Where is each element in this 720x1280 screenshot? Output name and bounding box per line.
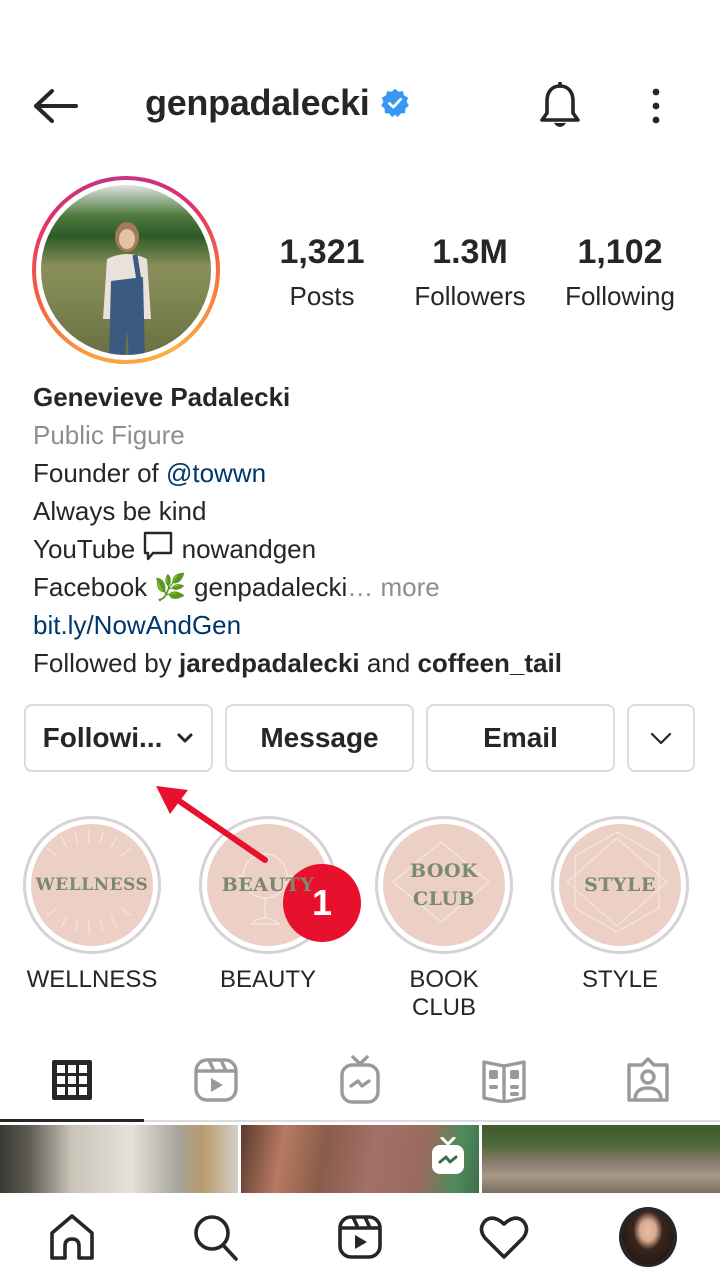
reels-icon — [194, 1058, 238, 1102]
profile-avatar — [619, 1206, 677, 1267]
highlight-cover-text: BOOK CLUB — [409, 860, 479, 910]
username: genpadalecki — [145, 82, 370, 123]
search-icon — [194, 1214, 238, 1261]
profile-avatar — [41, 185, 211, 355]
chevron-down-icon — [177, 733, 193, 743]
posts-grid — [0, 1125, 720, 1193]
highlight-label: WELLNESS — [26, 966, 158, 993]
account-category: Public Figure — [33, 420, 185, 450]
mention-towwn-link[interactable]: @towwn — [166, 458, 266, 488]
highlight-label: BOOK CLUB — [409, 966, 479, 1021]
vertical-dots-icon — [652, 88, 660, 124]
chevron-down-icon — [650, 732, 672, 745]
highlight-cover-text: STYLE — [584, 874, 656, 896]
following-label: Following — [565, 281, 675, 311]
highlight-style[interactable]: STYLE STYLE — [550, 816, 690, 994]
home-icon — [50, 1213, 94, 1260]
heart-icon — [479, 1215, 529, 1259]
highlight-label: BEAUTY — [219, 966, 317, 993]
highlight-book-club[interactable]: BOOK CLUB BOOK CLUB — [374, 816, 514, 1022]
suggested-accounts-button[interactable] — [627, 704, 695, 772]
profile-bio: Genevieve Padalecki Public Figure Founde… — [33, 378, 693, 682]
nav-reels[interactable] — [288, 1193, 432, 1280]
tab-guides[interactable] — [432, 1040, 576, 1120]
highlight-label: STYLE — [581, 966, 659, 993]
nav-search[interactable] — [144, 1193, 288, 1280]
grid-post-2[interactable] — [241, 1125, 479, 1193]
stat-followers[interactable]: 1.3M Followers — [405, 228, 535, 316]
verified-badge-icon — [380, 88, 409, 118]
reels-icon — [338, 1214, 382, 1259]
bio-line-motto: Always be kind — [33, 496, 207, 526]
username-title: genpadalecki — [145, 82, 410, 124]
stat-following[interactable]: 1,102 Following — [555, 228, 685, 316]
nav-activity[interactable] — [432, 1193, 576, 1280]
profile-stats: 1,321 Posts 1.3M Followers 1,102 Followi… — [250, 228, 700, 318]
website-link[interactable]: bit.ly/NowAndGen — [33, 606, 693, 644]
posts-label: Posts — [289, 281, 355, 311]
tagged-user-icon — [627, 1057, 669, 1102]
tab-reels[interactable] — [144, 1040, 288, 1120]
nav-home[interactable] — [0, 1193, 144, 1280]
grid-post-1[interactable] — [0, 1125, 238, 1193]
highlight-cover: WELLNESS — [31, 824, 153, 946]
followed-by: Followed by jaredpadalecki and coffeen_t… — [33, 648, 562, 678]
highlight-wellness[interactable]: WELLNESS WELLNESS — [22, 816, 162, 994]
igtv-icon — [432, 1137, 464, 1174]
posts-count: 1,321 — [279, 233, 365, 271]
stat-posts[interactable]: 1,321 Posts — [272, 228, 372, 316]
highlight-cover-text: WELLNESS — [35, 875, 149, 895]
herb-emoji-icon: 🌿 — [154, 572, 187, 602]
followers-count: 1.3M — [432, 233, 508, 271]
highlight-cover: STYLE — [559, 824, 681, 946]
notifications-bell-button[interactable] — [536, 80, 584, 132]
following-dropdown-button[interactable]: Followi... — [24, 704, 213, 772]
bell-icon — [540, 82, 580, 127]
bio-line-youtube: YouTube nowandgen — [33, 530, 693, 568]
message-button[interactable]: Message — [225, 704, 414, 772]
avatar-person-figure — [103, 222, 151, 355]
followed-by-user-2[interactable]: coffeen_tail — [417, 648, 562, 678]
bottom-navigation — [0, 1193, 720, 1280]
tab-tagged[interactable] — [576, 1040, 720, 1120]
speech-bubble-icon — [144, 531, 173, 561]
highlight-cover-text: BEAUTY — [221, 874, 315, 896]
followed-by-user-1[interactable]: jaredpadalecki — [179, 648, 360, 678]
bio-more-link[interactable]: more — [373, 572, 439, 602]
bio-line-facebook: Facebook 🌿 genpadalecki… more — [33, 572, 440, 602]
profile-avatar-story-ring[interactable] — [32, 176, 220, 364]
guides-icon — [482, 1060, 526, 1103]
nav-profile[interactable] — [576, 1193, 720, 1280]
status-bar — [0, 0, 720, 60]
followers-label: Followers — [414, 281, 526, 311]
tab-posts-grid[interactable] — [0, 1040, 144, 1122]
profile-content-tabs — [0, 1040, 720, 1122]
highlight-cover: BOOK CLUB — [383, 824, 505, 946]
arrow-left-icon — [34, 89, 78, 123]
grid-post-3[interactable] — [482, 1125, 720, 1193]
profile-header: genpadalecki — [0, 70, 720, 142]
email-button[interactable]: Email — [426, 704, 615, 772]
tab-igtv[interactable] — [288, 1040, 432, 1120]
full-name: Genevieve Padalecki — [33, 382, 291, 412]
igtv-icon — [340, 1055, 380, 1104]
following-count: 1,102 — [577, 233, 663, 271]
more-options-button[interactable] — [636, 82, 676, 130]
back-button[interactable] — [30, 86, 82, 126]
bio-line-founder: Founder of @towwn — [33, 458, 267, 488]
grid-icon — [52, 1060, 92, 1100]
profile-action-buttons: Followi... Message Email — [24, 704, 696, 772]
